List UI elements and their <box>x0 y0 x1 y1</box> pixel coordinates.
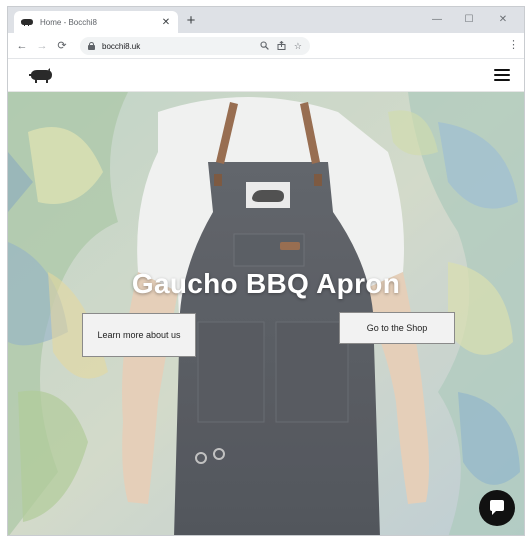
hero-title: Gaucho BBQ Apron <box>131 268 401 299</box>
reload-icon[interactable]: ⟳ <box>54 38 70 54</box>
forward-icon[interactable]: → <box>34 38 50 54</box>
address-bar[interactable]: bocchi8.uk ☆ <box>80 37 310 55</box>
maximize-icon[interactable]: ☐ <box>458 12 480 28</box>
go-to-shop-button[interactable]: Go to the Shop <box>339 312 455 344</box>
bookmark-star-icon[interactable]: ☆ <box>294 41 302 52</box>
tab-strip: Home - Bocchi8 ✕ + — ☐ ✕ <box>8 7 524 33</box>
browser-tab[interactable]: Home - Bocchi8 ✕ <box>14 11 178 33</box>
zoom-icon[interactable] <box>260 40 269 52</box>
lock-icon <box>88 42 95 50</box>
tab-close-icon[interactable]: ✕ <box>160 17 172 28</box>
share-icon[interactable] <box>277 40 286 52</box>
chat-bubble-icon[interactable] <box>479 490 515 526</box>
pig-favicon-icon <box>20 18 34 26</box>
close-window-icon[interactable]: ✕ <box>492 12 514 28</box>
new-tab-button[interactable]: + <box>182 12 200 30</box>
pig-logo-icon[interactable] <box>28 68 54 84</box>
minimize-icon[interactable]: — <box>426 12 448 28</box>
learn-more-button[interactable]: Learn more about us <box>82 313 196 357</box>
url-text[interactable]: bocchi8.uk <box>102 42 252 51</box>
site-header <box>8 59 524 92</box>
hamburger-icon[interactable] <box>494 69 510 81</box>
hero-section: Gaucho BBQ Apron Learn more about us Go … <box>8 92 524 535</box>
browser-menu-icon[interactable]: ⋮ <box>508 38 519 51</box>
tab-title: Home - Bocchi8 <box>40 17 97 27</box>
back-icon[interactable]: ← <box>14 38 30 54</box>
browser-window: Home - Bocchi8 ✕ + — ☐ ✕ ← → ⟳ bocchi8.u… <box>7 6 525 536</box>
browser-toolbar: ← → ⟳ bocchi8.uk ☆ ⋮ <box>8 33 524 59</box>
